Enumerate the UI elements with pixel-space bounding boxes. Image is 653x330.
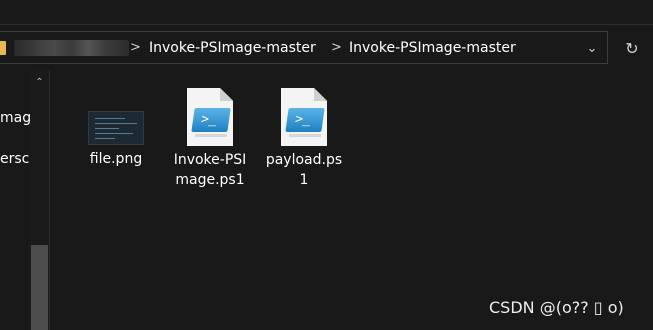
breadcrumb-separator-icon[interactable]: > [130,40,141,55]
file-item-file-png[interactable]: file.png [74,84,158,169]
breadcrumb-item-invoke-psimage-master-1[interactable]: Invoke-PSImage-master [149,40,316,56]
file-item-invoke-psimage-ps1[interactable]: >_ Invoke-PSImage.ps1 [168,84,252,190]
file-explorer-window: > Invoke-PSImage-master > Invoke-PSImage… [0,0,653,330]
file-item-payload-ps1[interactable]: >_ payload.ps1 [262,84,346,190]
nav-item-images[interactable]: mage [0,110,30,126]
title-strip [0,0,653,24]
file-name: file.png [89,151,143,167]
blurred-path-segment [14,40,129,56]
address-history-dropdown-icon[interactable]: ⌄ [580,40,604,58]
scroll-up-icon[interactable]: ⌃ [30,76,49,90]
nav-item-personal[interactable]: ersc [0,151,30,167]
address-bar: > Invoke-PSImage-master > Invoke-PSImage… [0,24,653,70]
powershell-script-icon: >_ [187,88,233,146]
breadcrumb-separator-icon[interactable]: > [331,40,342,55]
png-thumbnail-icon [88,111,144,145]
powershell-script-icon: >_ [281,88,327,146]
refresh-icon[interactable]: ↻ [619,37,645,61]
watermark: CSDN @(o?? ▯ o) [489,298,624,317]
file-name: Invoke-PSImage.ps1 [173,152,247,188]
scrollbar-thumb[interactable] [31,245,48,330]
breadcrumb-item-invoke-psimage-master-2[interactable]: Invoke-PSImage-master [349,40,516,56]
folder-icon [0,41,6,55]
file-name: payload.ps1 [265,152,343,188]
nav-scrollbar[interactable]: ⌃ [30,70,49,330]
navigation-pane: mage ersc ⌃ [0,70,49,330]
breadcrumb[interactable]: > Invoke-PSImage-master > Invoke-PSImage… [0,31,608,64]
pane-divider[interactable] [49,70,50,330]
